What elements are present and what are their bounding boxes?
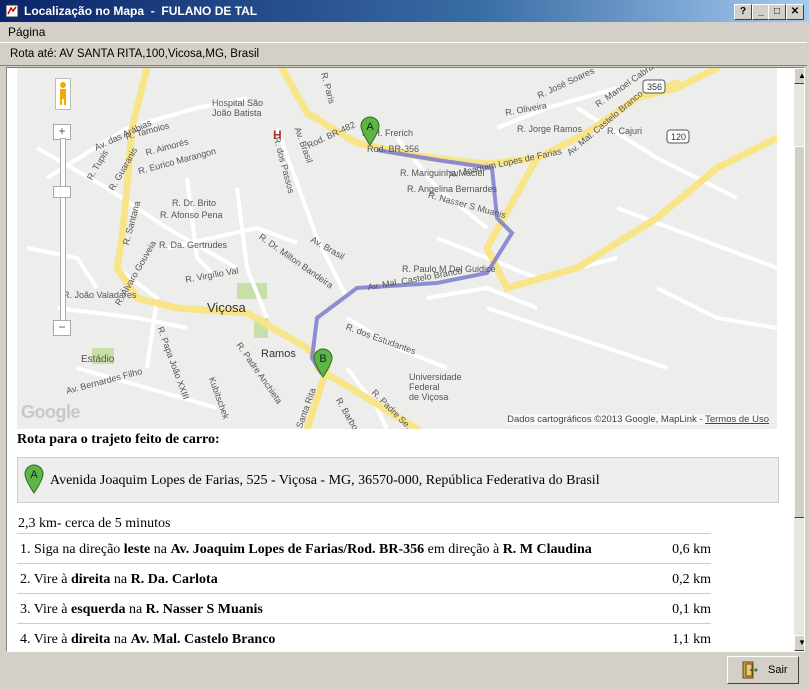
map-label-hospital: Hospital São João Batista [212,98,264,118]
attribution-text: Dados cartográficos ©2013 Google, MapLin… [507,414,706,425]
scroll-up-arrow-icon[interactable]: ▲ [794,68,804,84]
exit-button-label: Sair [768,664,788,676]
step-distance: 0,2 km [672,572,711,587]
origin-box: A Avenida Joaquim Lopes de Farias, 525 -… [17,457,779,503]
map-label-r-jorge: R. Jorge Ramos [517,124,583,134]
zoom-out-button[interactable]: − [53,320,71,336]
directions-heading: Rota para o trajeto feito de carro: [17,432,220,447]
shield-120-label: 120 [671,132,686,142]
window-title: Localização no Mapa - FULANO DE TAL [24,4,258,18]
route-summary: 2,3 km- cerca de 5 minutos [18,516,171,531]
route-bar: Rota até: AV SANTA RITA,100,Vicosa,MG, B… [0,42,807,66]
maximize-button[interactable]: □ [768,4,786,20]
map-label-r-angelina: R. Angelina Bernardes [407,184,498,194]
step-row: 3. Vire à esquerda na R. Nasser S Muanis… [17,593,711,623]
menu-bar: Página [0,22,809,40]
step-row: 2. Vire à direita na R. Da. Carlota 0,2 … [17,563,711,593]
map-label-r-mariguinha: R. Mariguinha Maciel [400,168,485,178]
map-label-r-paulo: R. Paulo M Del Guidice [402,264,496,274]
door-exit-icon [742,661,758,679]
map-label-estadio: Estádio [81,354,115,365]
step-distance: 0,6 km [672,542,711,557]
route-destination-label: Rota até: AV SANTA RITA,100,Vicosa,MG, B… [10,48,260,60]
close-button[interactable]: ✕ [786,4,804,20]
step-distance: 0,1 km [672,602,711,617]
scroll-down-arrow-icon[interactable]: ▼ [794,635,804,651]
title-bar: Localização no Mapa - FULANO DE TAL ? _ … [0,0,809,22]
map-label-ramos: Ramos [261,348,296,360]
step-text: 2. Vire à direita na R. Da. Carlota [20,572,218,587]
step-row: 1. Siga na direção leste na Av. Joaquim … [17,533,711,563]
exit-button[interactable]: Sair [727,656,799,684]
vertical-scrollbar[interactable]: ▲ ▼ [794,68,804,651]
map-label-r-cajuri: R. Cajuri [607,126,643,136]
origin-marker-icon: A [24,464,44,494]
marker-b-icon[interactable]: B [313,348,333,378]
marker-a-label: A [366,121,374,133]
map[interactable]: H 356 120 Hospital São João Batista Viço… [17,68,777,429]
shield-356-label: 356 [647,82,662,92]
map-label-r-brito: R. Dr. Brito [172,198,217,208]
map-attribution: Dados cartográficos ©2013 Google, MapLin… [507,414,769,425]
map-label-r-gertrudes: R. Da. Gertrudes [159,240,228,250]
marker-a-icon[interactable]: A [360,116,380,146]
zoom-track[interactable] [60,138,66,330]
steps-list: 1. Siga na direção leste na Av. Joaquim … [17,533,711,651]
map-label-r-joao-valadares: R. João Valadares [63,290,137,300]
map-label-universidade: Universidade Federal de Viçosa [409,372,462,402]
step-row: 4. Vire à direita na Av. Mal. Castelo Br… [17,623,711,651]
map-label-r-afonso: R. Afonso Pena [160,210,223,220]
menu-item-pagina[interactable]: Página [8,25,45,39]
step-text: 3. Vire à esquerda na R. Nasser S Muanis [20,602,263,617]
street-view-pegman-icon[interactable] [55,78,71,110]
marker-b-label: B [319,353,326,365]
terms-of-use-link[interactable]: Termos de Uso [705,414,769,425]
scrollbar-thumb[interactable] [794,146,804,518]
zoom-slider-handle[interactable] [53,186,71,198]
app-icon [5,4,19,18]
content-viewport: H 356 120 Hospital São João Batista Viço… [6,67,805,652]
help-button[interactable]: ? [734,4,752,20]
origin-marker-label: A [30,469,38,481]
step-text: 4. Vire à direita na Av. Mal. Castelo Br… [20,632,276,647]
map-label-vicosa: Viçosa [207,300,246,315]
google-logo: Google [21,402,81,422]
origin-address: Avenida Joaquim Lopes de Farias, 525 - V… [50,473,600,488]
step-text: 1. Siga na direção leste na Av. Joaquim … [20,542,592,557]
step-distance: 1,1 km [672,632,711,647]
